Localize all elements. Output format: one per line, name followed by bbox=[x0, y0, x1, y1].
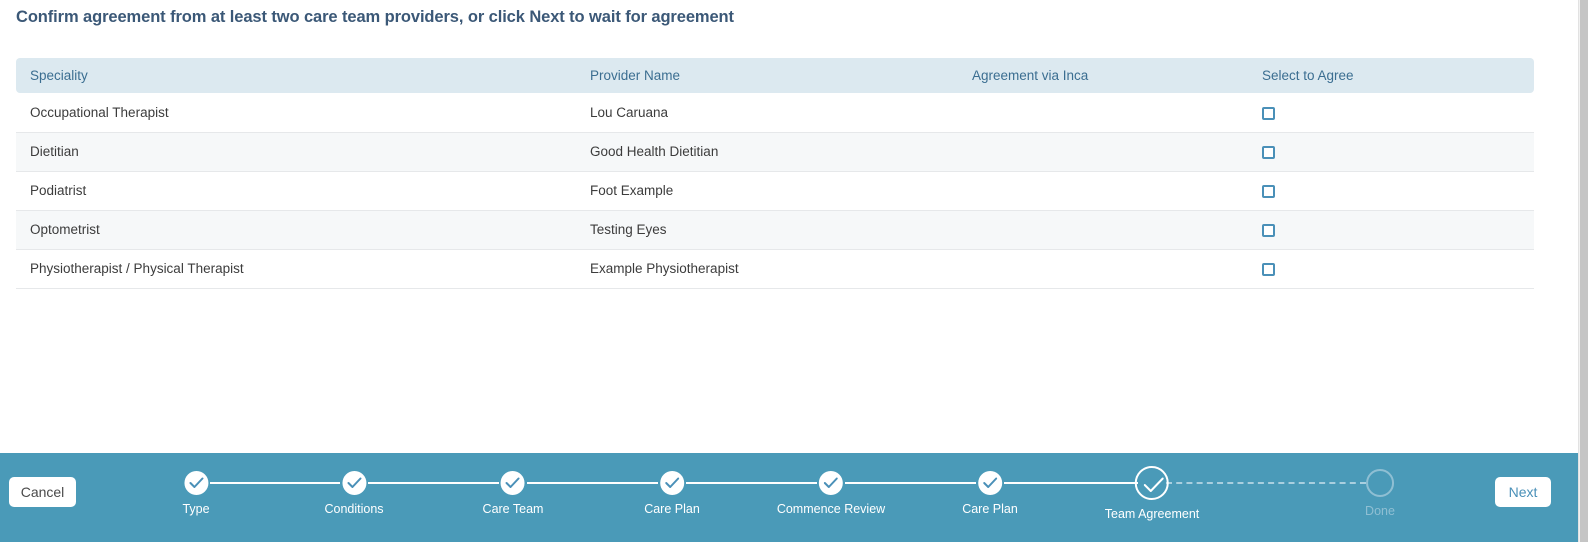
cell-provider-name: Lou Caruana bbox=[576, 93, 958, 133]
cell-provider-name: Foot Example bbox=[576, 171, 958, 211]
check-icon bbox=[819, 471, 843, 495]
stepper-step-label: Team Agreement bbox=[1104, 507, 1200, 521]
stepper-step-care-team[interactable]: Care Team bbox=[482, 453, 544, 516]
stepper-step-done[interactable]: Done bbox=[1365, 453, 1395, 518]
agree-checkbox[interactable] bbox=[1262, 106, 1275, 120]
cell-select-to-agree bbox=[1248, 249, 1534, 289]
providers-table: Speciality Provider Name Agreement via I… bbox=[16, 58, 1534, 289]
page-title: Confirm agreement from at least two care… bbox=[16, 8, 734, 26]
circle-outline-icon bbox=[1365, 469, 1394, 497]
check-icon bbox=[183, 471, 208, 495]
check-icon bbox=[1135, 466, 1169, 500]
progress-stepper: Type Conditions Care Team Care Plan Commence… bbox=[0, 453, 1578, 542]
cell-provider-name: Good Health Dietitian bbox=[576, 132, 958, 172]
cell-select-to-agree bbox=[1248, 171, 1534, 211]
agree-checkbox[interactable] bbox=[1262, 262, 1275, 276]
agree-checkbox[interactable] bbox=[1262, 184, 1275, 198]
table-row: Optometrist Testing Eyes bbox=[16, 210, 1534, 250]
table-row: Physiotherapist / Physical Therapist Exam… bbox=[16, 249, 1534, 289]
cell-agreement-via-inca bbox=[958, 171, 1248, 211]
cell-select-to-agree bbox=[1248, 93, 1534, 133]
stepper-step-label: Care Team bbox=[482, 502, 544, 516]
cell-speciality: Physiotherapist / Physical Therapist bbox=[16, 249, 576, 289]
column-header-provider-name: Provider Name bbox=[576, 58, 958, 93]
cell-select-to-agree bbox=[1248, 210, 1534, 250]
cell-speciality: Optometrist bbox=[16, 210, 576, 250]
stepper-step-label: Commence Review bbox=[776, 502, 886, 516]
agree-checkbox[interactable] bbox=[1262, 145, 1275, 159]
check-icon bbox=[341, 471, 366, 495]
stepper-connector bbox=[527, 482, 658, 484]
stepper-step-care-plan[interactable]: Care Plan bbox=[644, 453, 700, 516]
table-head: Speciality Provider Name Agreement via I… bbox=[16, 58, 1534, 93]
stepper-step-team-agreement[interactable]: Team Agreement bbox=[1104, 453, 1200, 521]
check-icon bbox=[978, 471, 1002, 495]
stepper-step-care-plan[interactable]: Care Plan bbox=[962, 453, 1018, 516]
table-row: Occupational Therapist Lou Caruana bbox=[16, 93, 1534, 133]
wizard-footer: Cancel Type Conditions Care Team Care Plan C… bbox=[0, 453, 1578, 542]
agree-checkbox[interactable] bbox=[1262, 223, 1275, 237]
cell-speciality: Occupational Therapist bbox=[16, 93, 576, 133]
page-scrollbar-thumb[interactable] bbox=[1580, 0, 1588, 542]
stepper-step-label: Type bbox=[182, 502, 210, 516]
column-header-agreement-via-inca: Agreement via Inca bbox=[958, 58, 1248, 93]
table-body: Occupational Therapist Lou Caruana Dietiti… bbox=[16, 93, 1534, 289]
stepper-step-label: Care Plan bbox=[644, 502, 700, 516]
table-row: Dietitian Good Health Dietitian bbox=[16, 132, 1534, 172]
cell-agreement-via-inca bbox=[958, 249, 1248, 289]
cell-speciality: Podiatrist bbox=[16, 171, 576, 211]
cell-provider-name: Testing Eyes bbox=[576, 210, 958, 250]
content-area: Confirm agreement from at least two care… bbox=[0, 0, 1578, 453]
table-header-row: Speciality Provider Name Agreement via I… bbox=[16, 58, 1534, 93]
stepper-step-type[interactable]: Type bbox=[182, 453, 210, 516]
check-icon bbox=[660, 471, 684, 495]
stepper-step-label: Care Plan bbox=[962, 502, 1018, 516]
table-row: Podiatrist Foot Example bbox=[16, 171, 1534, 211]
stepper-step-commence-review[interactable]: Commence Review bbox=[777, 453, 885, 516]
check-icon bbox=[500, 471, 525, 495]
column-header-select-to-agree: Select to Agree bbox=[1248, 58, 1534, 93]
stepper-step-label: Conditions bbox=[324, 502, 384, 516]
care-plan-team-agreement-screen: Confirm agreement from at least two care… bbox=[0, 0, 1588, 542]
cell-provider-name: Example Physiotherapist bbox=[576, 249, 958, 289]
providers-table-container: Speciality Provider Name Agreement via I… bbox=[16, 58, 1534, 289]
stepper-connector bbox=[210, 482, 340, 484]
next-button[interactable]: Next bbox=[1495, 477, 1551, 507]
stepper-connector bbox=[368, 482, 499, 484]
stepper-step-label: Done bbox=[1365, 504, 1395, 518]
page-scrollbar[interactable] bbox=[1578, 0, 1588, 542]
cell-agreement-via-inca bbox=[958, 132, 1248, 172]
cell-agreement-via-inca bbox=[958, 210, 1248, 250]
stepper-step-conditions[interactable]: Conditions bbox=[324, 453, 384, 516]
column-header-speciality: Speciality bbox=[16, 58, 576, 93]
cell-agreement-via-inca bbox=[958, 93, 1248, 133]
cell-speciality: Dietitian bbox=[16, 132, 576, 172]
cell-select-to-agree bbox=[1248, 132, 1534, 172]
